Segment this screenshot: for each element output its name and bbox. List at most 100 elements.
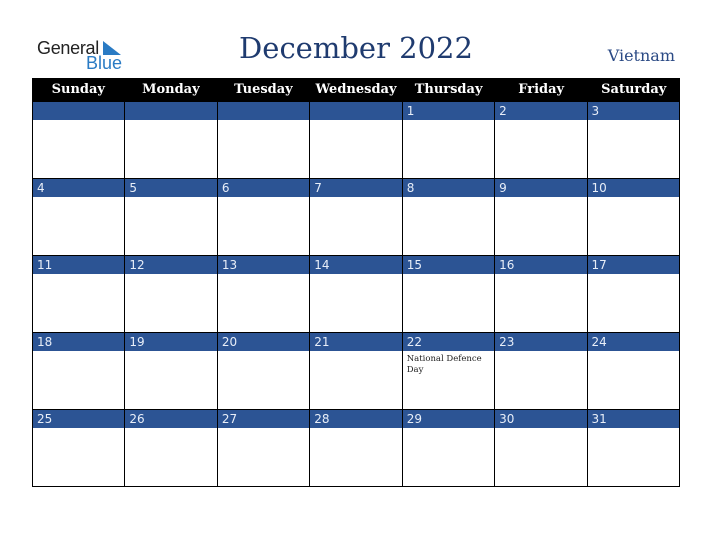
holiday-event: National Defence Day — [406, 354, 482, 375]
day-number: 30 — [495, 410, 587, 428]
weekday-header-saturday: Saturday — [601, 82, 667, 97]
holiday-event — [33, 351, 124, 357]
holiday-event — [588, 274, 679, 280]
day-cell[interactable]: 16 — [494, 256, 587, 333]
holiday-event — [495, 197, 586, 203]
holiday-event — [125, 428, 216, 434]
holiday-event — [588, 428, 679, 434]
holiday-event — [218, 274, 309, 280]
day-cell[interactable]: 11 — [32, 256, 125, 333]
holiday-event — [310, 274, 401, 280]
holiday-event — [310, 428, 401, 434]
day-number: 25 — [33, 410, 125, 428]
day-cell[interactable]: 30 — [494, 410, 587, 487]
day-cell[interactable]: 24 — [586, 333, 680, 410]
weekday-header-thursday: Thursday — [414, 82, 483, 97]
day-number: 31 — [587, 410, 679, 428]
weekday-header-monday: Monday — [142, 82, 200, 97]
holiday-event — [33, 120, 124, 126]
holiday-event — [125, 274, 216, 280]
holiday-event — [310, 197, 401, 203]
weekday-header-row: Sunday Monday Tuesday Wednesday Thursday Frid… — [32, 78, 680, 102]
day-cell[interactable]: 7 — [309, 179, 402, 256]
holiday-event — [218, 120, 309, 126]
day-cell[interactable] — [124, 102, 217, 179]
day-cell[interactable]: 28 — [309, 410, 402, 487]
day-cell[interactable]: 29 — [401, 410, 495, 487]
day-cell[interactable]: 26 — [124, 410, 217, 487]
day-cell[interactable]: 18 — [32, 333, 125, 410]
day-number: 17 — [587, 256, 679, 274]
holiday-event — [403, 197, 494, 203]
day-number: 11 — [33, 256, 125, 274]
calendar-weeks: 1 2 3 4 5 6 7 8 9 10 11 12 13 14 15 16 17 18 19 20 21 22 Natio… — [32, 102, 680, 487]
day-number: 23 — [495, 333, 587, 351]
holiday-event — [588, 120, 679, 126]
day-number: 2 — [495, 102, 587, 120]
day-cell[interactable]: 12 — [124, 256, 217, 333]
holiday-event — [33, 197, 124, 203]
weekday-header-tuesday: Tuesday — [234, 82, 293, 97]
day-cell[interactable]: 8 — [401, 179, 495, 256]
day-cell[interactable]: 4 — [32, 179, 125, 256]
day-number: 7 — [310, 179, 402, 197]
day-cell[interactable]: 13 — [216, 256, 310, 333]
day-cell[interactable]: 19 — [124, 333, 217, 410]
day-number: 13 — [217, 256, 310, 274]
holiday-event — [403, 428, 494, 434]
day-number: 24 — [587, 333, 679, 351]
week-row: 123 — [32, 102, 680, 179]
country-label: Vietnam — [607, 46, 675, 65]
week-row: 25 26 27 28 29 30 31 — [32, 410, 680, 487]
week-row: 11 12 13 14 15 16 17 — [32, 256, 680, 333]
holiday-event — [588, 197, 679, 203]
holiday-event — [588, 351, 679, 357]
day-number: 18 — [33, 333, 125, 351]
day-cell[interactable]: 10 — [586, 179, 680, 256]
day-cell[interactable] — [309, 102, 402, 179]
day-number: 14 — [310, 256, 402, 274]
holiday-event — [125, 351, 216, 357]
day-number: 15 — [402, 256, 495, 274]
day-cell[interactable] — [216, 102, 310, 179]
weekday-header-sunday: Sunday — [51, 82, 105, 97]
day-cell[interactable]: 23 — [494, 333, 587, 410]
calendar-grid: Sunday Monday Tuesday Wednesday Thursday Frid… — [32, 78, 680, 487]
holiday-event — [495, 351, 586, 357]
day-cell[interactable]: 25 — [32, 410, 125, 487]
holiday-event — [310, 120, 401, 126]
day-number: 27 — [217, 410, 310, 428]
day-cell[interactable]: 31 — [586, 410, 680, 487]
holiday-event — [218, 351, 309, 357]
day-cell[interactable]: 15 — [401, 256, 495, 333]
day-cell[interactable]: 22 National Defence Day — [401, 333, 495, 410]
day-number: 16 — [495, 256, 587, 274]
day-cell[interactable]: 20 — [216, 333, 310, 410]
weekday-header-friday: Friday — [518, 82, 565, 97]
day-number — [310, 102, 402, 120]
day-cell[interactable]: 27 — [216, 410, 310, 487]
day-cell[interactable]: 2 — [494, 102, 587, 179]
day-cell[interactable]: 21 — [309, 333, 402, 410]
day-number: 8 — [402, 179, 495, 197]
day-number — [33, 102, 125, 120]
weekday-header-wednesday: Wednesday — [315, 82, 397, 97]
day-number: 9 — [495, 179, 587, 197]
day-number: 1 — [402, 102, 495, 120]
day-number: 12 — [125, 256, 217, 274]
calendar-title: December 2022 — [239, 31, 473, 65]
holiday-event — [310, 351, 401, 357]
day-cell[interactable] — [32, 102, 125, 179]
day-number — [125, 102, 217, 120]
day-cell[interactable]: 3 — [586, 102, 680, 179]
day-cell[interactable]: 14 — [309, 256, 402, 333]
day-cell[interactable]: 1 — [401, 102, 495, 179]
holiday-event — [125, 120, 216, 126]
day-cell[interactable]: 5 — [124, 179, 217, 256]
day-number: 28 — [310, 410, 402, 428]
day-cell[interactable]: 9 — [494, 179, 587, 256]
day-cell[interactable]: 6 — [216, 179, 310, 256]
day-number: 20 — [217, 333, 310, 351]
day-cell[interactable]: 17 — [586, 256, 680, 333]
day-number: 4 — [33, 179, 125, 197]
